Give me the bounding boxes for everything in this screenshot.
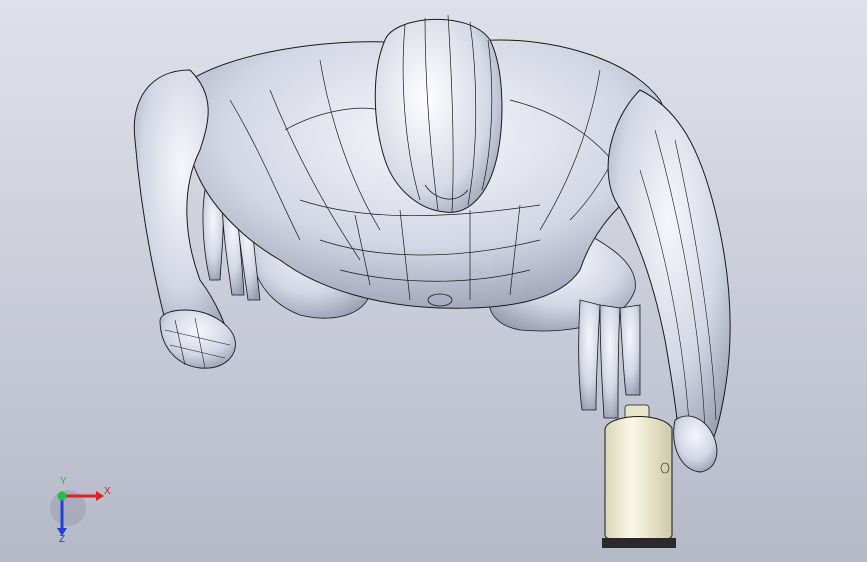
bottle[interactable] bbox=[602, 404, 676, 548]
axis-x-label: X bbox=[104, 486, 111, 497]
view-triad[interactable]: X Y Z bbox=[40, 476, 120, 548]
graphics-viewport[interactable]: X Y Z bbox=[0, 0, 867, 562]
axis-y-label: Y bbox=[60, 476, 67, 487]
3d-model-figure[interactable] bbox=[0, 0, 867, 562]
axis-z-label: Z bbox=[59, 534, 66, 545]
right-foot-toes bbox=[578, 299, 641, 419]
